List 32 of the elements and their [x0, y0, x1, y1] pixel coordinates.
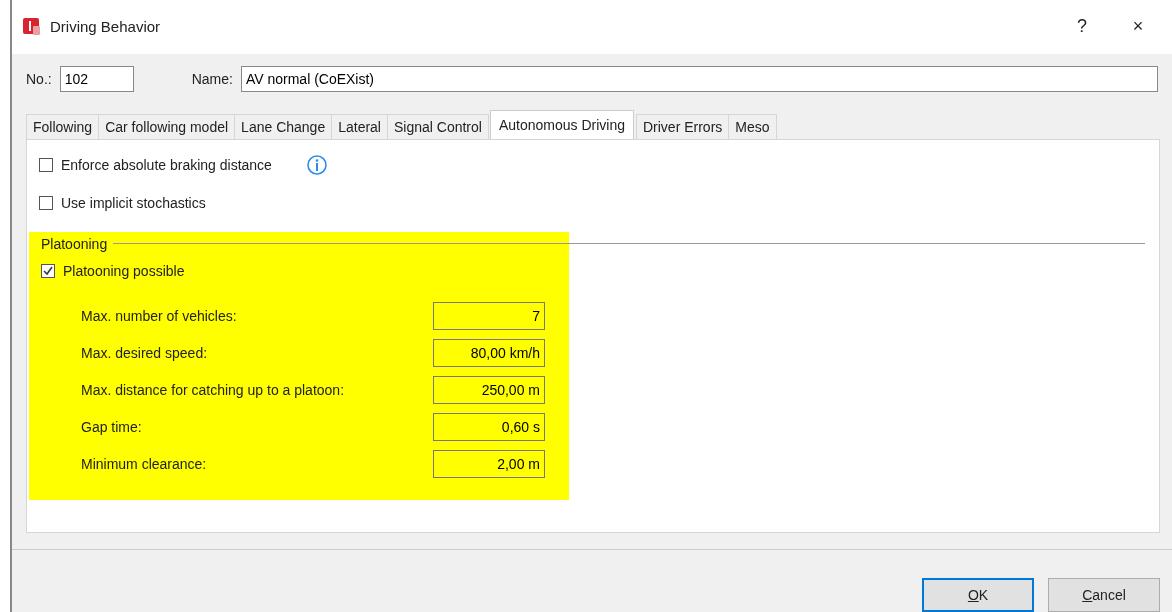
- group-title: Platooning: [41, 235, 108, 252]
- field-label: Max. number of vehicles:: [81, 308, 238, 325]
- value-field[interactable]: 2,00 m: [433, 450, 545, 479]
- tab[interactable]: Driver Errors: [636, 113, 730, 139]
- tab[interactable]: Autonomous Driving: [489, 109, 634, 139]
- field-label: Name:: [191, 70, 233, 87]
- field-label: Max. desired speed:: [81, 345, 209, 362]
- checkbox[interactable]: [39, 195, 53, 210]
- name-field[interactable]: AV normal (CoEXist): [240, 65, 1158, 92]
- value-field[interactable]: 80,00 km/h: [433, 339, 545, 368]
- field-label: Minimum clearance:: [81, 456, 208, 473]
- app-logo-icon: [22, 16, 42, 37]
- window-title: Driving Behavior: [50, 18, 162, 36]
- value-field[interactable]: 250,00 m: [433, 376, 545, 405]
- dialog-button[interactable]: OK: [922, 578, 1034, 612]
- value-field[interactable]: 0,60 s: [433, 413, 545, 442]
- value-field[interactable]: 7: [433, 302, 545, 331]
- field-label: Gap time:: [81, 419, 143, 436]
- checkbox-label: Platooning possible: [63, 262, 185, 279]
- checkbox[interactable]: [39, 157, 53, 172]
- checkbox-label: Use implicit stochastics: [61, 194, 206, 211]
- tab[interactable]: Following: [26, 113, 100, 139]
- field-label: No.:: [26, 70, 52, 87]
- close-button[interactable]: ×: [1114, 15, 1162, 39]
- tab[interactable]: Signal Control: [387, 113, 489, 139]
- field-label: Max. distance for catching up to a platoon:: [81, 382, 346, 399]
- checkbox-label: Enforce absolute braking distance: [61, 156, 272, 173]
- tab[interactable]: Meso: [728, 113, 777, 139]
- dialog-button[interactable]: Cancel: [1048, 578, 1160, 612]
- help-button[interactable]: ?: [1058, 15, 1106, 39]
- number-field[interactable]: 102: [59, 65, 134, 92]
- info-icon[interactable]: [305, 153, 328, 176]
